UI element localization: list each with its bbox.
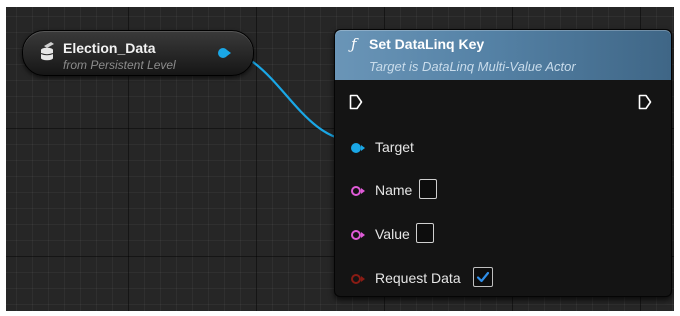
checkmark-icon (476, 271, 490, 283)
value-input-field[interactable] (416, 223, 434, 243)
target-pin-icon[interactable] (349, 142, 367, 154)
function-icon: ƒ (351, 35, 357, 53)
request-data-checkbox[interactable] (473, 267, 493, 287)
output-object-pin[interactable] (217, 47, 231, 59)
name-pin-icon[interactable] (349, 185, 367, 197)
function-title: Set DataLinq Key (369, 36, 485, 52)
exec-input-pin[interactable] (349, 94, 363, 110)
function-target-hint: Target is DataLinq Multi-Value Actor (369, 59, 576, 74)
variable-name: Election_Data (63, 40, 156, 56)
name-pin-label: Name (375, 182, 413, 198)
blueprint-graph-canvas[interactable]: Election_Data from Persistent Level ƒ Se… (6, 7, 674, 311)
value-pin-label: Value (375, 226, 410, 242)
target-pin-label: Target (375, 139, 414, 155)
function-node-header[interactable]: ƒ Set DataLinq Key Target is DataLinq Mu… (335, 30, 671, 80)
set-datalinq-key-node[interactable]: ƒ Set DataLinq Key Target is DataLinq Mu… (334, 29, 672, 297)
value-pin-icon[interactable] (349, 229, 367, 241)
name-input-field[interactable] (419, 179, 437, 199)
database-variable-icon (40, 42, 54, 61)
request-data-pin-icon[interactable] (349, 273, 367, 285)
variable-scope: from Persistent Level (63, 58, 176, 72)
exec-output-pin[interactable] (638, 94, 652, 110)
election-data-variable-node[interactable]: Election_Data from Persistent Level (22, 30, 254, 76)
request-data-pin-label: Request Data (375, 270, 461, 286)
